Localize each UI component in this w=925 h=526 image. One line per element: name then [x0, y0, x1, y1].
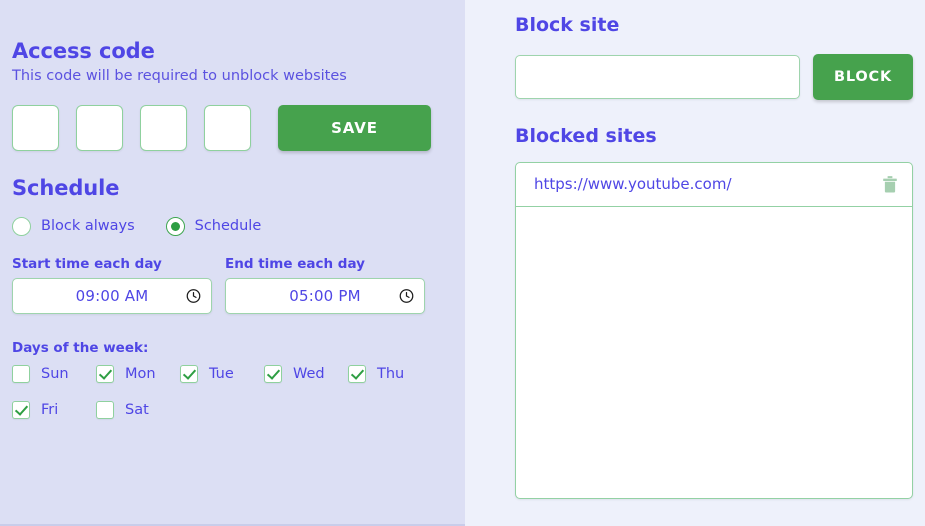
day-label-fri: Fri [41, 401, 59, 418]
radio-circle-selected-icon [165, 216, 185, 236]
blocked-sites-heading: Blocked sites [515, 124, 657, 147]
day-label-sat: Sat [125, 401, 149, 418]
checkbox-checked-icon [180, 364, 198, 383]
checkbox-checked-icon [12, 400, 30, 419]
checkbox-checked-icon [264, 364, 282, 383]
access-code-digit-1[interactable] [12, 105, 59, 152]
checkbox-icon [12, 364, 30, 383]
radio-schedule-label: Schedule [194, 218, 262, 235]
access-code-inputs: SAVE [12, 105, 453, 152]
day-checkbox-sun[interactable]: Sun [12, 364, 96, 383]
day-checkbox-mon[interactable]: Mon [96, 364, 180, 383]
day-checkbox-fri[interactable]: Fri [12, 400, 96, 419]
end-time-input[interactable]: 05:00 PM [225, 277, 425, 314]
access-code-heading: Access code [12, 39, 155, 63]
save-button[interactable]: SAVE [278, 105, 431, 152]
schedule-mode-group: Block always Schedule [12, 216, 453, 236]
time-inputs: 09:00 AM 05:00 PM [12, 277, 453, 314]
schedule-heading: Schedule [12, 176, 120, 201]
day-checkbox-sat[interactable]: Sat [96, 400, 180, 419]
days-of-week-label: Days of the week: [12, 339, 149, 356]
end-time-label: End time each day [225, 255, 365, 272]
blocked-site-url: https://www.youtube.com/ [534, 175, 732, 194]
clock-icon[interactable] [186, 288, 201, 303]
checkbox-checked-icon [348, 364, 366, 383]
settings-panel: Access code This code will be required t… [0, 0, 465, 526]
start-time-value: 09:00 AM [75, 286, 149, 305]
day-label-sun: Sun [41, 365, 69, 382]
start-time-label: Start time each day [12, 255, 162, 272]
block-button[interactable]: BLOCK [813, 53, 913, 100]
end-time-value: 05:00 PM [289, 286, 361, 305]
day-label-thu: Thu [377, 365, 405, 382]
clock-icon[interactable] [399, 288, 414, 303]
blocker-app: Access code This code will be required t… [0, 0, 925, 526]
list-item[interactable]: https://www.youtube.com/ [516, 163, 912, 207]
radio-block-always-label: Block always [41, 218, 135, 235]
access-code-digit-4[interactable] [204, 105, 251, 152]
days-of-week-group: Sun Mon Tue Wed Thu Fri Sat [12, 364, 467, 437]
day-checkbox-tue[interactable]: Tue [180, 364, 264, 383]
day-label-tue: Tue [209, 365, 234, 382]
access-code-subtitle: This code will be required to unblock we… [12, 68, 347, 85]
checkbox-icon [96, 400, 114, 419]
radio-schedule[interactable]: Schedule [165, 216, 262, 236]
block-site-heading: Block site [515, 14, 620, 36]
day-label-wed: Wed [293, 365, 325, 382]
time-field-labels: Start time each day End time each day [12, 256, 453, 272]
start-time-input[interactable]: 09:00 AM [12, 277, 212, 314]
blocked-sites-list: https://www.youtube.com/ [515, 161, 913, 499]
site-url-input[interactable] [515, 54, 800, 99]
access-code-digit-2[interactable] [76, 105, 123, 152]
access-code-digit-3[interactable] [140, 105, 187, 152]
trash-icon[interactable] [882, 175, 898, 194]
day-checkbox-wed[interactable]: Wed [264, 364, 348, 383]
checkbox-checked-icon [96, 364, 114, 383]
radio-block-always[interactable]: Block always [12, 216, 135, 236]
radio-circle-icon [12, 216, 31, 236]
day-label-mon: Mon [125, 365, 156, 382]
blocking-panel: Block site BLOCK Blocked sites https://w… [465, 0, 925, 526]
day-checkbox-thu[interactable]: Thu [348, 364, 428, 383]
block-site-form: BLOCK [515, 53, 913, 100]
